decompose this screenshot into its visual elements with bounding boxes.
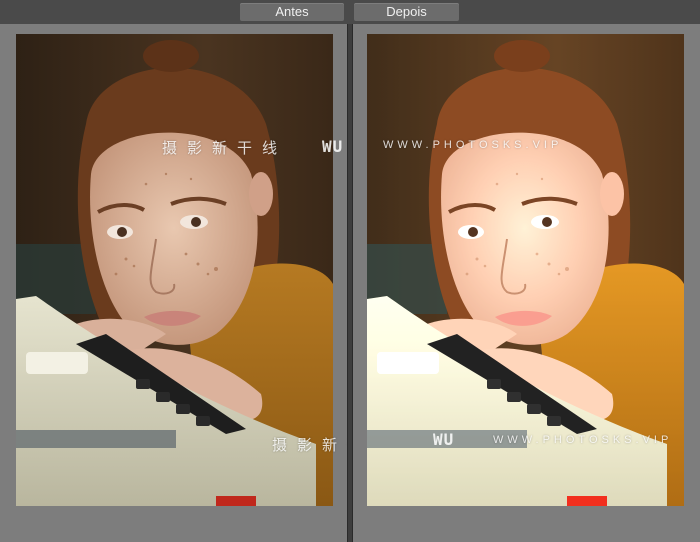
before-label[interactable]: Antes [240,3,344,21]
watermark-logo: WU [322,137,344,156]
before-pane: 摄影新干线 WU 摄影新干线 [0,24,387,542]
after-pane: WWW.PHOTOSKS.VIP WU WWW.PHOTOSKS.VIP [353,24,700,542]
watermark-logo-bottom: WU [433,430,455,449]
watermark-url-bottom: WWW.PHOTOSKS.VIP [493,434,673,446]
after-label[interactable]: Depois [354,3,459,21]
watermark-url: WWW.PHOTOSKS.VIP [383,139,563,151]
compare-toolbar: Antes Depois [0,0,700,24]
watermark-cn-text: 摄影新干线 [162,140,288,157]
